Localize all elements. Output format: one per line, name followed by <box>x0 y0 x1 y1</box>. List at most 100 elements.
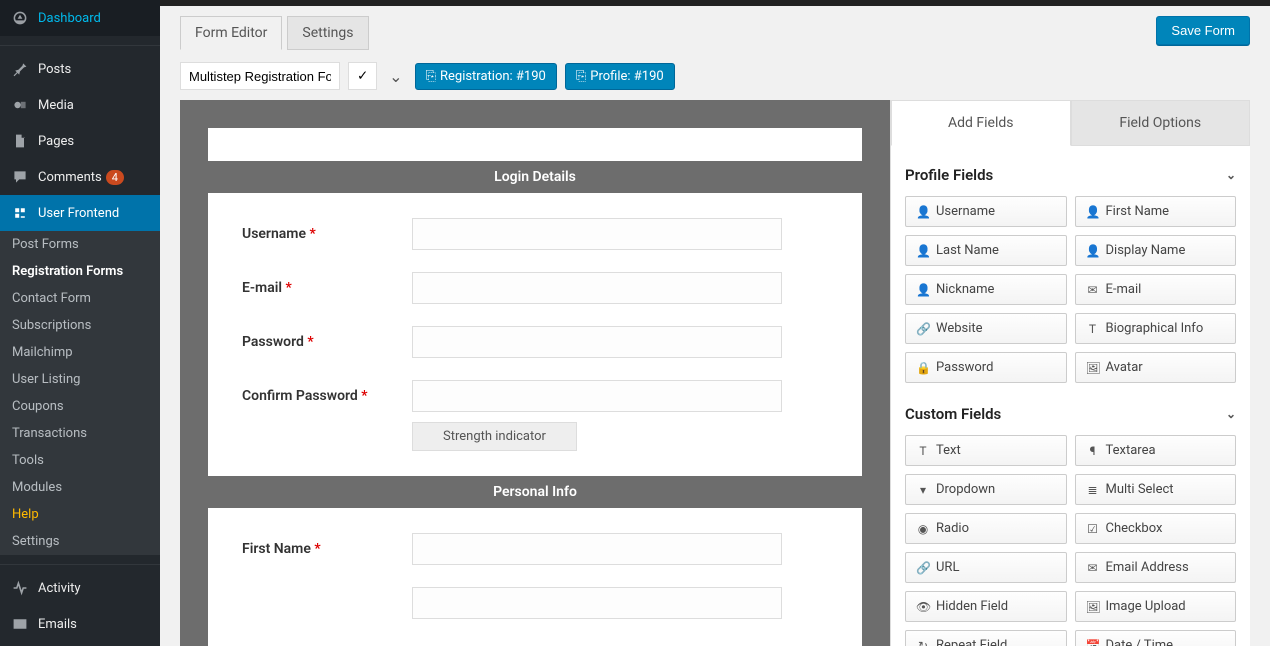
username-input[interactable] <box>412 218 782 250</box>
submenu-post-forms[interactable]: Post Forms <box>0 231 160 258</box>
field-chip-dropdown[interactable]: ▾Dropdown <box>905 474 1067 505</box>
fields-panel: Add Fields Field Options Profile Fields … <box>890 100 1250 646</box>
sidebar-item-emails[interactable]: Emails <box>0 606 160 642</box>
field-chip-image-upload[interactable]: 🖼Image Upload <box>1075 591 1237 622</box>
admin-sidebar: Dashboard Posts Media Pages Comments 4 U… <box>0 0 160 646</box>
required-marker: * <box>314 541 320 557</box>
submenu-modules[interactable]: Modules <box>0 474 160 501</box>
section-login-details: Login Details <box>208 160 862 194</box>
submenu-settings[interactable]: Settings <box>0 528 160 555</box>
copy-icon: ⎘ <box>426 69 436 84</box>
field-password[interactable]: Password * <box>242 326 828 358</box>
para-icon: ¶ <box>1086 444 1100 458</box>
field-username[interactable]: Username * <box>242 218 828 250</box>
tab-form-editor[interactable]: Form Editor <box>180 16 282 50</box>
field-chip-date-time[interactable]: 📅Date / Time <box>1075 630 1237 646</box>
sidebar-item-posts[interactable]: Posts <box>0 51 160 87</box>
group-profile-fields[interactable]: Profile Fields ⌄ <box>905 158 1236 196</box>
save-form-button[interactable]: Save Form <box>1156 16 1250 45</box>
submenu-transactions[interactable]: Transactions <box>0 420 160 447</box>
registration-pill[interactable]: ⎘ Registration: #190 <box>415 63 557 90</box>
field-chip-radio[interactable]: ◉Radio <box>905 513 1067 544</box>
user-icon: 👤 <box>916 244 930 258</box>
sidebar-item-comments[interactable]: Comments 4 <box>0 159 160 195</box>
sidebar-label: Media <box>38 98 74 113</box>
submenu-coupons[interactable]: Coupons <box>0 393 160 420</box>
field-chip-multi-select[interactable]: ≣Multi Select <box>1075 474 1237 505</box>
link-icon: 🔗 <box>916 322 930 336</box>
tab-field-options[interactable]: Field Options <box>1071 100 1251 146</box>
sidebar-item-media[interactable]: Media <box>0 87 160 123</box>
cal-icon: 📅 <box>1086 639 1100 646</box>
form-name-input[interactable] <box>180 62 340 90</box>
activity-icon <box>10 578 30 598</box>
first-name-input[interactable] <box>412 533 782 565</box>
submenu-registration-forms[interactable]: Registration Forms <box>0 258 160 285</box>
tab-settings[interactable]: Settings <box>287 16 368 50</box>
text-icon: T <box>916 444 930 458</box>
image-icon: 🖼 <box>1086 361 1100 375</box>
field-chip-username[interactable]: 👤Username <box>905 196 1067 227</box>
main-content: Form Editor Settings Save Form ✓ ⌄ ⎘ Reg… <box>160 0 1270 646</box>
sidebar-item-activity[interactable]: Activity <box>0 570 160 606</box>
field-chip-hidden-field[interactable]: 👁Hidden Field <box>905 591 1067 622</box>
confirm-name-button[interactable]: ✓ <box>348 62 377 90</box>
field-email[interactable]: E-mail * <box>242 272 828 304</box>
field-chip-repeat-field[interactable]: ↻Repeat Field <box>905 630 1067 646</box>
field-chip-biographical-info[interactable]: TBiographical Info <box>1075 313 1237 344</box>
uf-icon <box>10 203 30 223</box>
sidebar-label: Activity <box>38 581 81 596</box>
email-icon <box>10 614 30 634</box>
submenu-user-listing[interactable]: User Listing <box>0 366 160 393</box>
field-chip-password[interactable]: 🔒Password <box>905 352 1067 383</box>
field-chip-text[interactable]: TText <box>905 435 1067 466</box>
field-chip-website[interactable]: 🔗Website <box>905 313 1067 344</box>
submenu-contact-form[interactable]: Contact Form <box>0 285 160 312</box>
eye-icon: 👁 <box>916 600 930 614</box>
next-input[interactable] <box>412 587 782 619</box>
email-input[interactable] <box>412 272 782 304</box>
required-marker: * <box>309 226 315 242</box>
sidebar-item-user-frontend[interactable]: User Frontend <box>0 195 160 231</box>
field-first-name[interactable]: First Name * <box>242 533 828 565</box>
field-chip-email-address[interactable]: ✉Email Address <box>1075 552 1237 583</box>
field-chip-textarea[interactable]: ¶Textarea <box>1075 435 1237 466</box>
link-icon: 🔗 <box>916 561 930 575</box>
tab-add-fields[interactable]: Add Fields <box>891 100 1071 146</box>
field-chip-checkbox[interactable]: ☑Checkbox <box>1075 513 1237 544</box>
image-icon: 🖼 <box>1086 600 1100 614</box>
submenu-subscriptions[interactable]: Subscriptions <box>0 312 160 339</box>
confirm-password-input[interactable] <box>412 380 782 412</box>
envelope-icon: ✉ <box>1086 283 1100 297</box>
chevron-down-icon[interactable]: ⌄ <box>385 67 406 86</box>
sidebar-label: Dashboard <box>38 11 101 26</box>
sidebar-item-pages[interactable]: Pages <box>0 123 160 159</box>
section-personal-info: Personal Info <box>208 475 862 509</box>
form-canvas[interactable]: Login Details Username * E-mail * <box>180 100 890 646</box>
profile-pill[interactable]: ⎘ Profile: #190 <box>565 63 675 90</box>
user-icon: 👤 <box>1086 205 1100 219</box>
field-chip-first-name[interactable]: 👤First Name <box>1075 196 1237 227</box>
required-marker: * <box>361 388 367 404</box>
envelope-icon: ✉ <box>1086 561 1100 575</box>
sidebar-label: Pages <box>38 134 74 149</box>
field-confirm-password[interactable]: Confirm Password * <box>242 380 828 412</box>
field-chip-nickname[interactable]: 👤Nickname <box>905 274 1067 305</box>
field-chip-last-name[interactable]: 👤Last Name <box>905 235 1067 266</box>
password-input[interactable] <box>412 326 782 358</box>
submenu-mailchimp[interactable]: Mailchimp <box>0 339 160 366</box>
field-chip-display-name[interactable]: 👤Display Name <box>1075 235 1237 266</box>
field-chip-url[interactable]: 🔗URL <box>905 552 1067 583</box>
radio-icon: ◉ <box>916 522 930 536</box>
submenu-tools[interactable]: Tools <box>0 447 160 474</box>
dashboard-icon <box>10 8 30 28</box>
comment-icon <box>10 167 30 187</box>
sidebar-item-dashboard[interactable]: Dashboard <box>0 0 160 36</box>
submenu-help[interactable]: Help <box>0 501 160 528</box>
user-icon: 👤 <box>916 283 930 297</box>
sidebar-label: Comments <box>38 170 102 185</box>
field-chip-e-mail[interactable]: ✉E-mail <box>1075 274 1237 305</box>
field-chip-avatar[interactable]: 🖼Avatar <box>1075 352 1237 383</box>
group-custom-fields[interactable]: Custom Fields ⌄ <box>905 397 1236 435</box>
field-placeholder[interactable] <box>242 587 828 619</box>
